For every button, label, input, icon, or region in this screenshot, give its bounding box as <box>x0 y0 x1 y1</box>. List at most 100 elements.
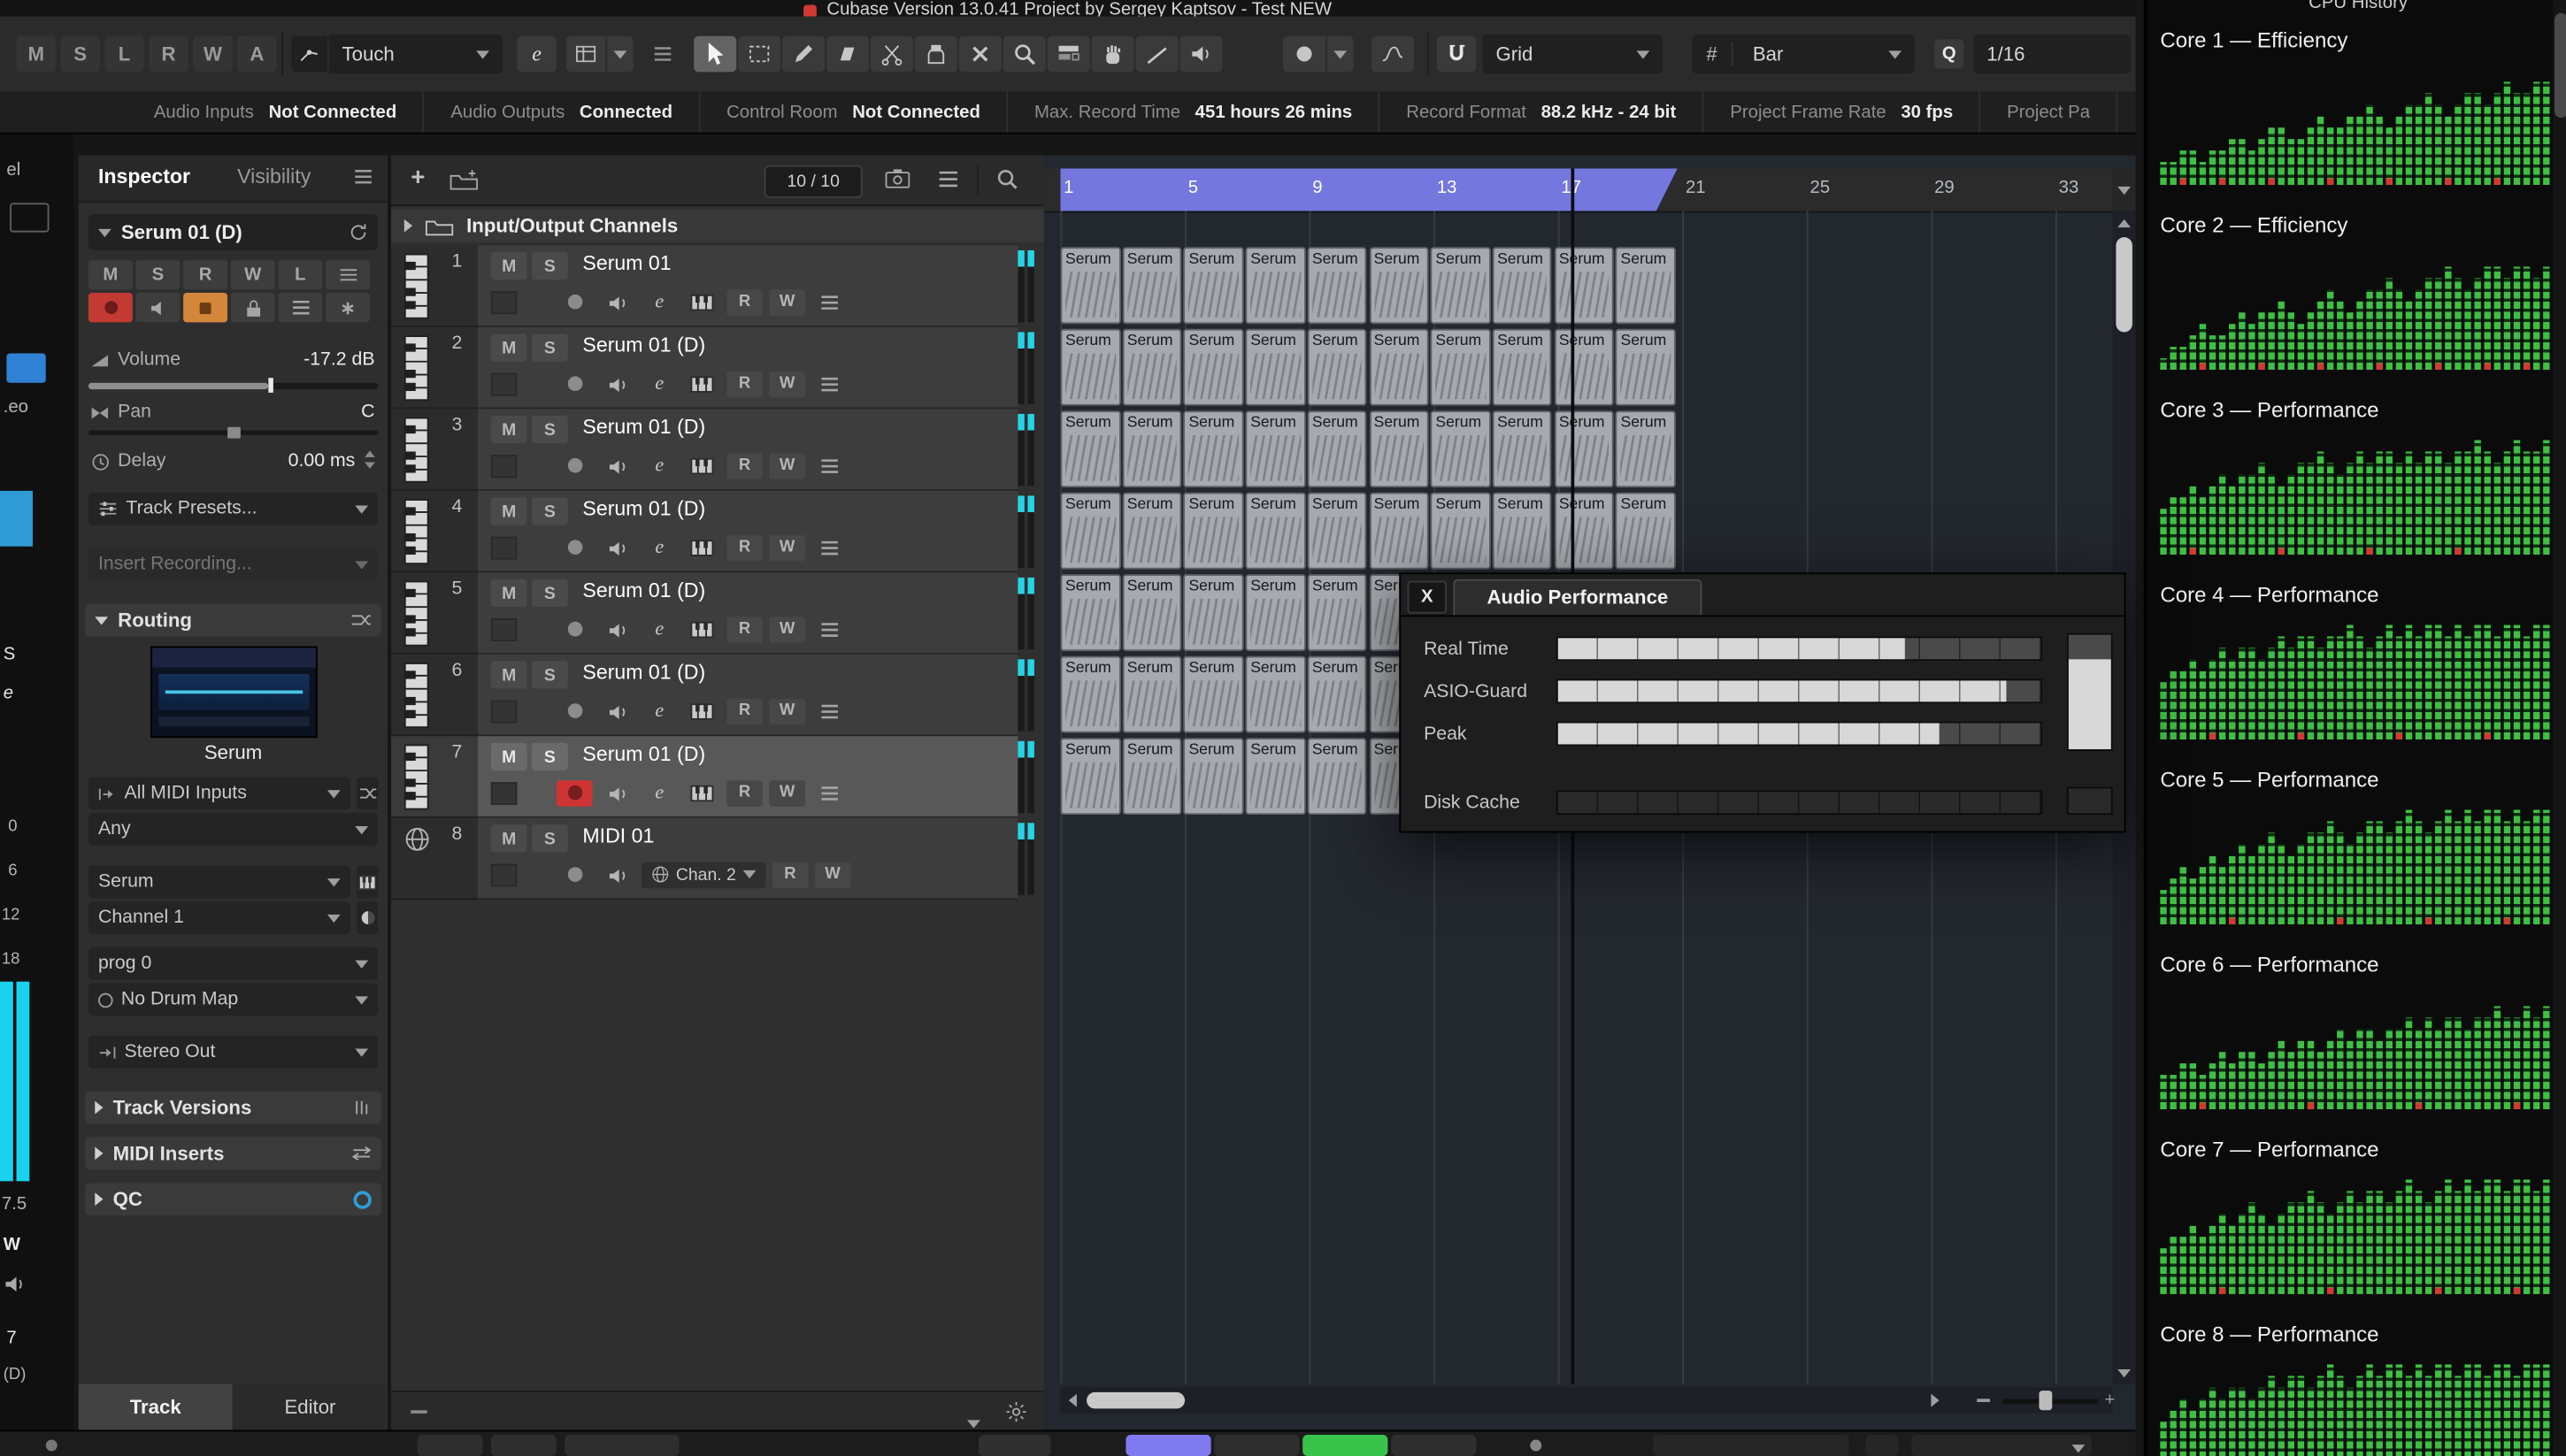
record-arm-button[interactable] <box>557 534 593 561</box>
insert-recording-select[interactable]: Insert Recording... <box>88 548 378 581</box>
open-instrument-button[interactable] <box>684 452 720 479</box>
channel-r-button[interactable]: R <box>183 260 227 289</box>
midi-clip[interactable]: Serum <box>1122 410 1182 487</box>
track-state-box[interactable] <box>491 781 518 804</box>
horizontal-scrollbar[interactable]: + <box>1060 1387 2112 1414</box>
midi-clip[interactable]: Serum <box>1493 247 1553 324</box>
tab-inspector[interactable]: Inspector <box>98 165 190 188</box>
midi-clip[interactable]: Serum <box>1554 493 1614 570</box>
draw-tool[interactable] <box>782 36 825 73</box>
play-tool[interactable] <box>1179 36 1222 73</box>
record-arm-button[interactable] <box>557 779 593 806</box>
track-row[interactable]: 2MSSerum 01 (D)eRW <box>391 327 1044 409</box>
midi-clip[interactable]: Serum <box>1122 738 1182 815</box>
midi-clip[interactable]: Serum <box>1493 493 1553 570</box>
glue-tool[interactable] <box>915 36 957 73</box>
track-solo-button[interactable]: S <box>532 579 568 607</box>
automation-panel-button[interactable] <box>291 36 327 73</box>
midi-clip[interactable]: Serum <box>1246 738 1306 815</box>
add-track-button[interactable]: + <box>411 164 425 191</box>
midi-clip[interactable]: Serum <box>1122 247 1182 324</box>
resize-handle-icon[interactable] <box>411 1410 426 1414</box>
slider-handle[interactable] <box>227 427 241 439</box>
transport-display[interactable] <box>1653 1435 1849 1456</box>
drum-map-select[interactable]: No Drum Map <box>88 984 378 1016</box>
midi-clip[interactable]: Serum <box>1554 410 1614 487</box>
open-instrument-button[interactable] <box>684 288 720 315</box>
midi-clip[interactable]: Serum <box>1493 329 1553 406</box>
midi-clip[interactable]: Serum <box>1184 247 1244 324</box>
events-list-button[interactable] <box>811 616 848 642</box>
events-list-button[interactable] <box>811 452 848 479</box>
global-m-button[interactable]: M <box>16 36 55 73</box>
record-arm-button[interactable] <box>557 862 593 888</box>
cpu-scrollbar[interactable] <box>2553 0 2566 1456</box>
events-list-button[interactable] <box>811 698 848 724</box>
midi-clip[interactable]: Serum <box>1122 656 1182 733</box>
horizontal-scroll-thumb[interactable] <box>1087 1392 1185 1408</box>
track-state-box[interactable] <box>491 863 518 886</box>
track-state-box[interactable] <box>491 700 518 723</box>
midi-clip[interactable]: Serum <box>1369 329 1429 406</box>
scroll-down-button[interactable] <box>2113 1361 2136 1384</box>
read-automation-button[interactable]: R <box>726 698 763 724</box>
midi-clip[interactable]: Serum <box>1307 247 1367 324</box>
transport-button[interactable] <box>418 1435 483 1456</box>
open-instrument-button[interactable] <box>684 616 720 642</box>
edit-channel-button[interactable]: e <box>642 698 678 724</box>
read-automation-button[interactable]: R <box>726 534 763 561</box>
camera-icon[interactable] <box>886 168 910 188</box>
read-automation-button[interactable]: R <box>726 616 763 642</box>
cycle-button[interactable] <box>1126 1435 1210 1456</box>
midi-clip[interactable]: Serum <box>1431 493 1491 570</box>
midi-channel-select[interactable]: Any <box>88 813 378 846</box>
snap-type-select[interactable]: Grid <box>1483 34 1663 73</box>
midi-clip[interactable]: Serum <box>1060 493 1120 570</box>
io-channels-folder-row[interactable]: Input/Output Channels <box>391 210 1044 242</box>
open-instrument-button[interactable] <box>357 865 378 898</box>
global-s-button[interactable]: S <box>60 36 99 73</box>
transport-dot-icon[interactable] <box>1530 1440 1541 1452</box>
midi-clip[interactable]: Serum <box>1616 410 1676 487</box>
instrument-channel-select[interactable]: Channel 1 <box>88 901 350 934</box>
track-mute-button[interactable]: M <box>491 743 527 770</box>
write-automation-button[interactable]: W <box>769 779 805 806</box>
settings-gear-icon[interactable] <box>1006 1402 1026 1422</box>
midi-clip[interactable]: Serum <box>1246 574 1306 651</box>
range-select-tool[interactable] <box>738 36 780 73</box>
track-mute-button[interactable]: M <box>491 333 527 361</box>
midi-clip[interactable]: Serum <box>1184 410 1244 487</box>
global-a-button[interactable]: A <box>237 36 276 73</box>
midi-clip[interactable]: Serum <box>1369 247 1429 324</box>
monitor-button[interactable] <box>599 698 635 724</box>
midi-clip[interactable]: Serum <box>1246 329 1306 406</box>
midi-clip[interactable]: Serum <box>1246 656 1306 733</box>
track-mute-button[interactable]: M <box>491 416 527 443</box>
monitor-button[interactable] <box>599 862 635 888</box>
track-state-box[interactable] <box>491 454 518 477</box>
instrument-select[interactable]: Serum <box>88 865 350 898</box>
track-solo-button[interactable]: S <box>532 416 568 443</box>
snap-button[interactable] <box>1437 36 1476 73</box>
erase-tool[interactable] <box>826 36 869 73</box>
track-presets-select[interactable]: Track Presets... <box>88 493 378 525</box>
channel-m-button[interactable]: M <box>88 260 133 289</box>
section-routing[interactable]: Routing <box>85 603 381 636</box>
write-automation-button[interactable]: W <box>769 616 805 642</box>
track-mute-button[interactable]: M <box>491 252 527 280</box>
monitor-button[interactable] <box>136 293 181 322</box>
midi-clip[interactable]: Serum <box>1616 247 1676 324</box>
automation-follows-events-button[interactable] <box>1371 36 1414 73</box>
speaker-icon[interactable] <box>4 1273 27 1296</box>
object-select-tool[interactable] <box>694 36 736 73</box>
left-edge-blue-button[interactable] <box>6 353 45 382</box>
routing-shuffle-icon[interactable] <box>350 612 372 628</box>
midi-clip[interactable]: Serum <box>1307 329 1367 406</box>
zoom-slider-thumb[interactable] <box>2039 1391 2052 1410</box>
track-mute-button[interactable]: M <box>491 824 527 852</box>
midi-channel-select[interactable]: Chan. 2 <box>642 862 765 888</box>
monitor-button[interactable] <box>599 534 635 561</box>
automation-mode-select[interactable]: Touch <box>329 34 503 73</box>
transport-select[interactable] <box>1911 1435 2091 1456</box>
inspector-track-title[interactable]: Serum 01 (D) <box>88 214 378 250</box>
